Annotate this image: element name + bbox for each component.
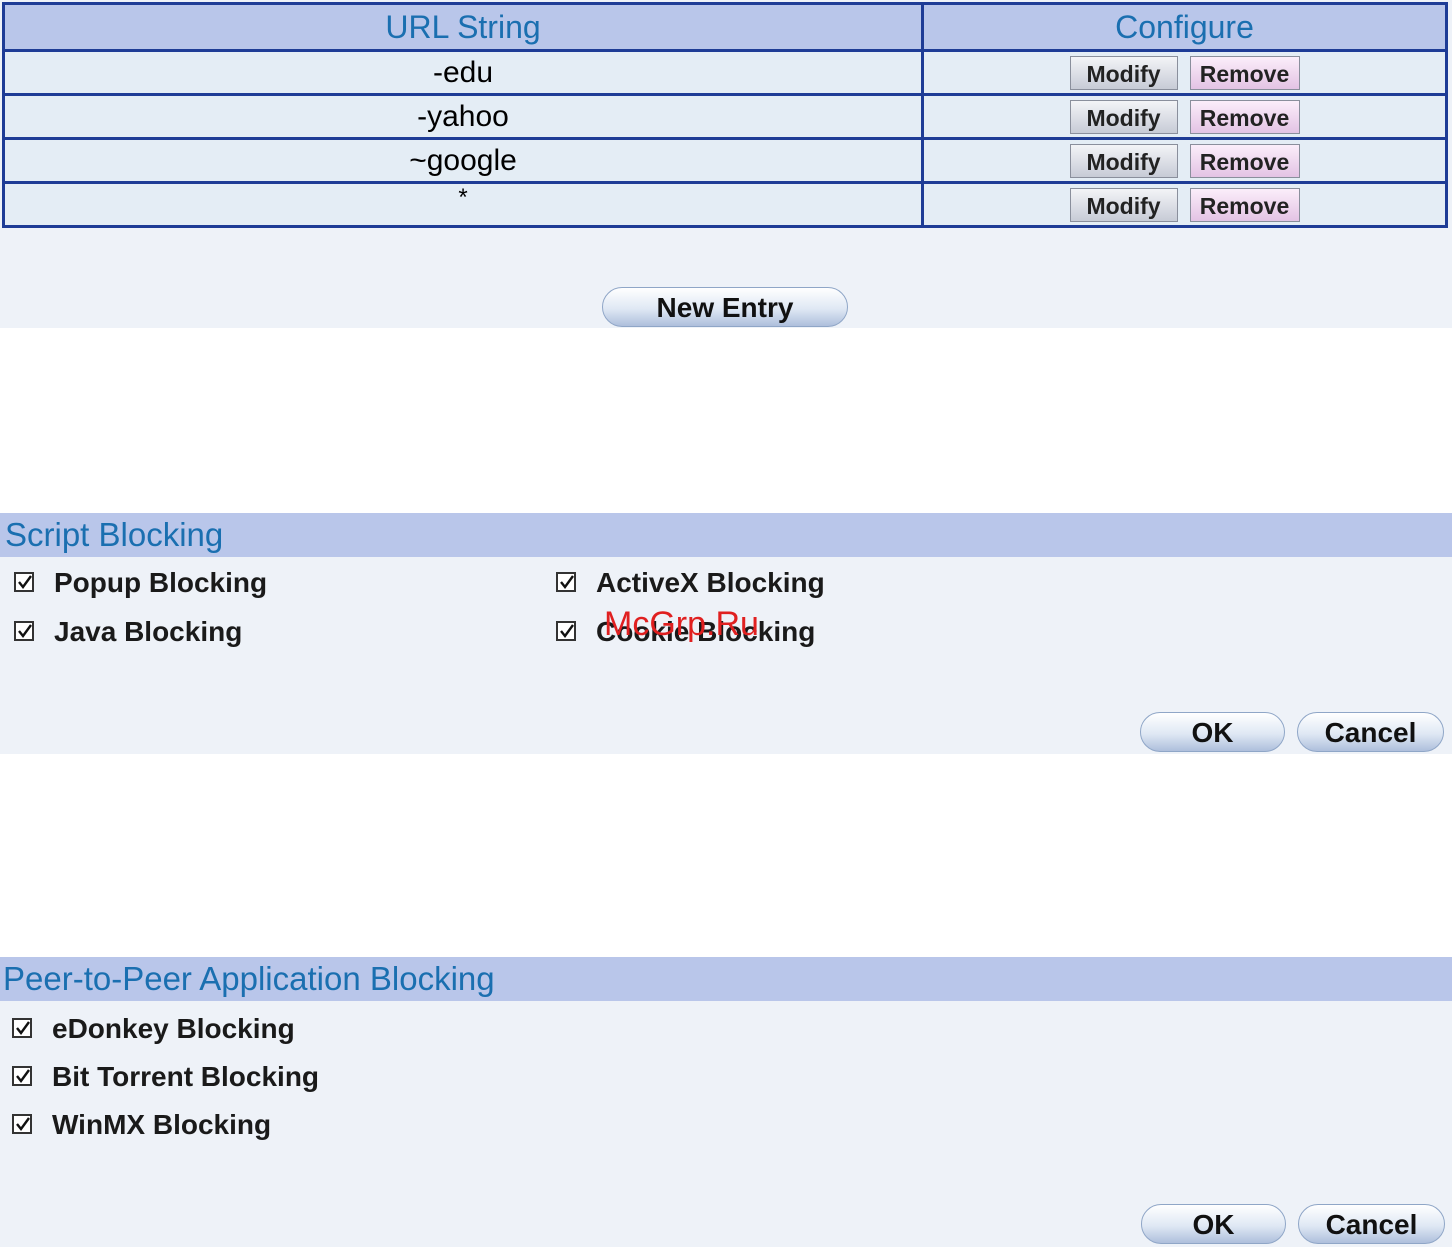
checkmark-icon [18,624,32,638]
table-header-row: URL String Configure [2,2,1448,52]
remove-button[interactable]: Remove [1189,99,1300,134]
modify-button[interactable]: Modify [1069,143,1178,178]
table-row: -edu Modify Remove [2,49,1448,96]
checkmark-icon [560,575,574,589]
edonkey-blocking-checkbox[interactable] [12,1018,32,1038]
modify-button[interactable]: Modify [1069,99,1178,134]
p2p-blocking-panel: Peer-to-Peer Application Blocking eDonke… [0,957,1452,1247]
configure-cell: Modify Remove [921,49,1448,96]
column-header-configure: Configure [921,2,1448,52]
modify-button[interactable]: Modify [1069,55,1178,90]
url-string-cell: -yahoo [2,93,924,140]
panel-header: Peer-to-Peer Application Blocking [0,957,1452,1001]
url-string-table: URL String Configure -edu Modify Remove -… [2,2,1448,228]
checkmark-icon [18,575,32,589]
ok-button[interactable]: OK [1141,1204,1286,1244]
table-row: -yahoo Modify Remove [2,93,1448,140]
cancel-button[interactable]: Cancel [1298,1204,1445,1244]
checkmark-icon [16,1117,30,1131]
bittorrent-blocking-checkbox[interactable] [12,1066,32,1086]
table-row: * Modify Remove [2,181,1448,228]
cancel-button[interactable]: Cancel [1297,712,1444,752]
watermark-text: McGrp.Ru [604,605,759,643]
ok-button[interactable]: OK [1140,712,1285,752]
checkmark-icon [16,1069,30,1083]
new-entry-button[interactable]: New Entry [602,287,848,327]
table-row: ~google Modify Remove [2,137,1448,184]
configure-cell: Modify Remove [921,93,1448,140]
popup-blocking-label: Popup Blocking [54,567,268,598]
modify-button[interactable]: Modify [1069,187,1178,222]
java-blocking-checkbox[interactable] [14,621,34,641]
popup-blocking-checkbox[interactable] [14,572,34,592]
url-string-cell: * [2,181,924,228]
checkmark-icon [560,624,574,638]
configure-cell: Modify Remove [921,181,1448,228]
winmx-blocking-label: WinMX Blocking [52,1109,272,1140]
url-string-cell: ~google [2,137,924,184]
panel-title: Script Blocking [5,516,224,553]
activex-blocking-checkbox[interactable] [556,572,576,592]
checkmark-icon [16,1021,30,1035]
bittorrent-blocking-label: Bit Torrent Blocking [52,1061,320,1092]
cookie-blocking-checkbox[interactable] [556,621,576,641]
url-filter-section: URL String Configure -edu Modify Remove -… [0,0,1452,328]
url-string-cell: -edu [2,49,924,96]
panel-header: Script Blocking [0,513,1452,557]
panel-title: Peer-to-Peer Application Blocking [3,960,495,997]
column-header-url-string: URL String [2,2,924,52]
configure-cell: Modify Remove [921,137,1448,184]
remove-button[interactable]: Remove [1189,143,1300,178]
remove-button[interactable]: Remove [1189,55,1300,90]
winmx-blocking-checkbox[interactable] [12,1114,32,1134]
edonkey-blocking-label: eDonkey Blocking [52,1013,295,1044]
remove-button[interactable]: Remove [1189,187,1300,222]
activex-blocking-label: ActiveX Blocking [596,567,825,598]
java-blocking-label: Java Blocking [54,616,243,647]
